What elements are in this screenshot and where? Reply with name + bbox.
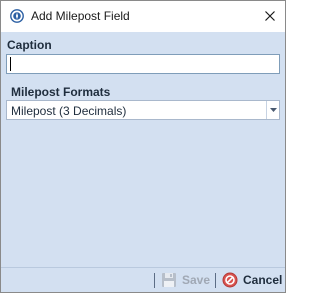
close-icon — [265, 11, 275, 21]
caption-input[interactable] — [6, 54, 280, 74]
compass-icon — [10, 9, 24, 23]
title-bar: Add Milepost Field — [1, 1, 285, 32]
floppy-disk-icon — [162, 273, 176, 287]
dialog-window: Add Milepost Field Caption Milepost Form… — [0, 0, 286, 293]
dropdown-button[interactable] — [266, 101, 279, 119]
cancel-button[interactable]: Cancel — [222, 271, 282, 289]
separator — [215, 273, 216, 288]
separator — [154, 273, 155, 288]
form-panel: Caption Milepost Formats Milepost (3 Dec… — [1, 32, 285, 267]
text-caret — [10, 57, 11, 71]
selected-format: Milepost (3 Decimals) — [11, 104, 127, 118]
milepost-formats-label: Milepost Formats — [11, 85, 111, 99]
button-bar: Save Cancel — [1, 267, 285, 292]
chevron-down-icon — [269, 108, 277, 112]
close-button[interactable] — [255, 1, 285, 31]
save-button[interactable]: Save — [161, 271, 210, 289]
save-label: Save — [182, 273, 211, 287]
cancel-icon — [222, 272, 238, 288]
dialog-title: Add Milepost Field — [31, 9, 130, 23]
caption-label: Caption — [7, 38, 52, 52]
cancel-label: Cancel — [243, 273, 283, 287]
milepost-formats-select[interactable]: Milepost (3 Decimals) — [6, 100, 280, 120]
